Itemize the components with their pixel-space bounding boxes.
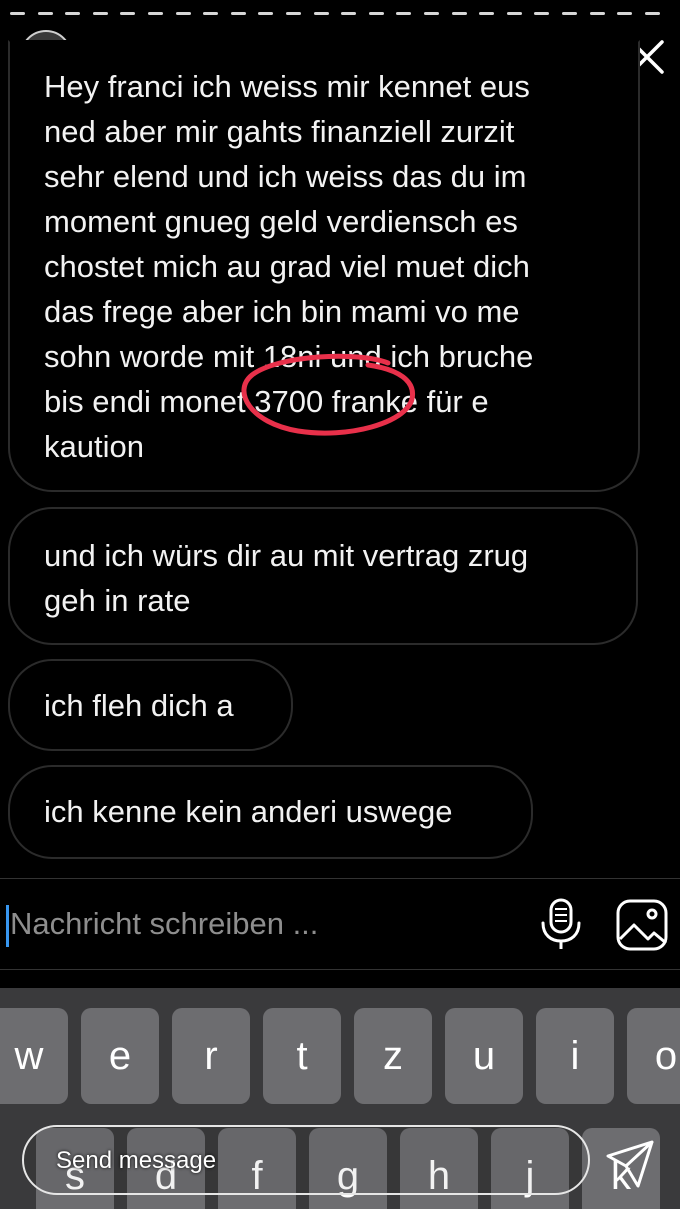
key-i[interactable]: i	[536, 1008, 614, 1104]
progress-segment	[175, 12, 191, 15]
progress-segment	[368, 12, 384, 15]
key-z[interactable]: z	[354, 1008, 432, 1104]
progress-segment	[534, 12, 550, 15]
progress-segment	[203, 12, 219, 15]
mic-icon[interactable]	[538, 897, 584, 953]
message-text: und ich würs dir au mit vertrag zrug geh…	[44, 538, 529, 618]
story-progress-bar	[10, 12, 668, 16]
progress-segment	[258, 12, 274, 15]
progress-segment	[479, 12, 495, 15]
key-t[interactable]: t	[263, 1008, 341, 1104]
progress-segment	[65, 12, 81, 15]
progress-segment	[644, 12, 660, 15]
progress-segment	[341, 12, 357, 15]
progress-segment	[120, 12, 136, 15]
progress-segment	[230, 12, 246, 15]
key-w[interactable]: w	[0, 1008, 68, 1104]
message-composer	[0, 878, 680, 970]
key-r[interactable]: r	[172, 1008, 250, 1104]
text-caret	[6, 905, 9, 947]
progress-segment	[562, 12, 577, 15]
send-message-placeholder: Send message	[56, 1147, 217, 1174]
message-bubble: ich kenne kein anderi uswege	[8, 765, 533, 859]
message-bubble: und ich würs dir au mit vertrag zrug geh…	[8, 507, 638, 645]
message-input[interactable]	[10, 901, 510, 947]
progress-segment	[617, 12, 633, 15]
progress-segment	[286, 12, 301, 15]
gallery-icon[interactable]	[614, 897, 670, 953]
progress-segment	[92, 12, 108, 15]
send-message-field[interactable]: Send message	[22, 1125, 590, 1195]
progress-segment	[10, 12, 25, 15]
highlight-circle	[238, 353, 416, 437]
message-text: ich fleh dich a	[44, 688, 234, 723]
progress-segment	[506, 12, 522, 15]
key-e[interactable]: e	[81, 1008, 159, 1104]
progress-segment	[424, 12, 439, 15]
progress-segment	[451, 12, 467, 15]
message-bubble: ich fleh dich a	[8, 659, 293, 751]
key-o[interactable]: o	[627, 1008, 680, 1104]
key-u[interactable]: u	[445, 1008, 523, 1104]
message-text: ich kenne kein anderi uswege	[44, 794, 453, 829]
progress-segment	[148, 12, 163, 15]
share-icon[interactable]	[604, 1138, 656, 1190]
progress-segment	[396, 12, 412, 15]
progress-segment	[313, 12, 329, 15]
progress-segment	[589, 12, 605, 15]
progress-segment	[37, 12, 53, 15]
